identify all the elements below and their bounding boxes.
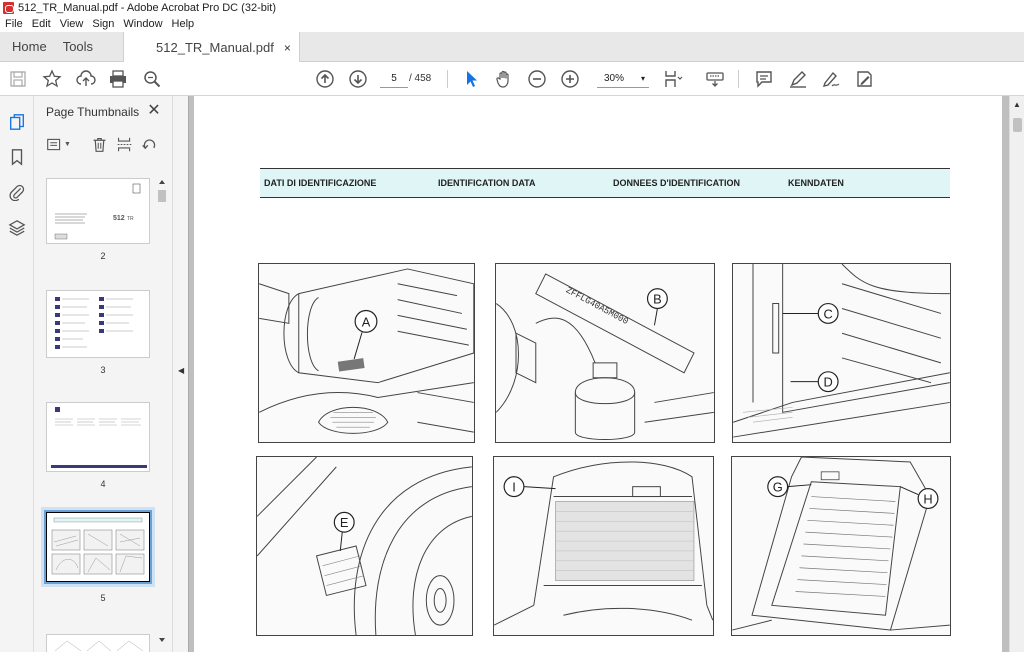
- figure-b-chassis-number: ZFFLG40A5M000 B: [495, 263, 715, 443]
- panel-title: Page Thumbnails: [46, 105, 140, 119]
- window-title: 512_TR_Manual.pdf - Adobe Acrobat Pro DC…: [18, 2, 277, 14]
- figure-gh-engine-cover: G H: [731, 456, 951, 636]
- chevron-left-icon: ◀: [178, 366, 185, 375]
- page-count: / 458: [409, 73, 432, 84]
- page-5-preview: [45, 511, 151, 583]
- menu-edit[interactable]: Edit: [32, 18, 51, 30]
- figure-cd-door-jamb: C D: [732, 263, 951, 443]
- header-english: IDENTIFICATION DATA: [438, 178, 536, 188]
- comment-icon[interactable]: [752, 67, 776, 91]
- page-3-preview: [55, 297, 133, 349]
- select-cursor-icon[interactable]: [459, 67, 483, 91]
- tab-close-icon[interactable]: ×: [284, 41, 291, 55]
- page-4-preview: [51, 407, 147, 468]
- callout-e: E: [340, 515, 349, 530]
- thumbnail-page-3[interactable]: [46, 290, 150, 358]
- page-2-preview: 512 TR: [54, 183, 141, 240]
- thumbnail-label: 5: [100, 593, 106, 603]
- svg-text:TR: TR: [127, 216, 134, 222]
- figure-a-engine-intake: A: [258, 263, 475, 443]
- thumbnail-page-2[interactable]: 512 TR: [46, 178, 150, 244]
- svg-text:512: 512: [113, 215, 125, 222]
- bookmark-star-icon[interactable]: [40, 67, 64, 91]
- page-display-icon[interactable]: [661, 67, 685, 91]
- upload-cloud-icon[interactable]: [74, 67, 98, 91]
- options-list-icon: [47, 138, 61, 150]
- bookmarks-icon[interactable]: [6, 146, 28, 168]
- menu-window[interactable]: Window: [123, 18, 162, 30]
- figure-e-steering-column: E: [256, 456, 473, 636]
- toolbar-divider: [447, 70, 448, 88]
- document-view[interactable]: DATI DI IDENTIFICAZIONE IDENTIFICATION D…: [189, 96, 1009, 652]
- callout-g: G: [773, 480, 783, 495]
- menu-help[interactable]: Help: [172, 18, 195, 30]
- undo-rotate-icon[interactable]: [141, 134, 158, 154]
- acrobat-pdf-icon: [3, 2, 14, 14]
- panel-scrollbar[interactable]: [157, 178, 167, 648]
- chevron-up-icon[interactable]: ▲: [1013, 100, 1021, 109]
- page-thumbnails-panel: Page Thumbnails ✕ ▼ 512 TR 2 3 4 5: [34, 96, 172, 652]
- delete-pages-icon[interactable]: [91, 134, 108, 154]
- header-italian: DATI DI IDENTIFICAZIONE: [264, 178, 377, 188]
- chevron-down-icon: ▼: [64, 140, 71, 148]
- thumbnail-label: 3: [100, 365, 106, 375]
- identification-header-band: DATI DI IDENTIFICAZIONE IDENTIFICATION D…: [260, 168, 950, 198]
- menu-bar: File Edit View Sign Window Help: [0, 16, 1024, 32]
- chevron-down-icon: ▾: [640, 74, 645, 83]
- callout-i: I: [512, 480, 516, 495]
- search-zoom-icon[interactable]: [140, 67, 164, 91]
- layers-icon[interactable]: [6, 217, 28, 239]
- zoom-out-icon[interactable]: [525, 67, 549, 91]
- header-german: KENNDATEN: [788, 178, 844, 188]
- tab-tools[interactable]: Tools: [59, 32, 123, 61]
- tab-home[interactable]: Home: [0, 32, 59, 61]
- thumbnail-label: 4: [100, 479, 106, 489]
- tab-bar: Home Tools 512_TR_Manual.pdf ×: [0, 32, 1024, 63]
- insert-pages-icon[interactable]: [116, 134, 133, 154]
- tab-document-label: 512_TR_Manual.pdf: [156, 40, 274, 55]
- callout-b: B: [653, 292, 662, 307]
- thumbnail-options-menu[interactable]: ▼: [46, 134, 71, 154]
- close-icon[interactable]: ✕: [144, 100, 164, 120]
- stamped-chassis-number: ZFFLG40A5M000: [564, 286, 630, 327]
- keyboard-tools-icon[interactable]: [703, 67, 727, 91]
- menu-sign[interactable]: Sign: [92, 18, 114, 30]
- navigation-rail: [0, 96, 34, 652]
- main-toolbar: 5 / 458 30% ▾: [0, 62, 1024, 96]
- callout-h: H: [923, 491, 932, 506]
- page-number-input[interactable]: 5: [380, 70, 408, 88]
- header-french: DONNEES D'IDENTIFICATION: [613, 178, 740, 188]
- zoom-in-icon[interactable]: [558, 67, 582, 91]
- menu-view[interactable]: View: [60, 18, 84, 30]
- tab-document[interactable]: 512_TR_Manual.pdf ×: [123, 32, 300, 63]
- previous-page-icon[interactable]: [313, 67, 337, 91]
- zoom-level-select[interactable]: 30% ▾: [597, 70, 649, 88]
- highlight-pen-icon[interactable]: [786, 67, 810, 91]
- thumbnail-page-4[interactable]: [46, 402, 150, 472]
- fill-sign-icon[interactable]: [852, 67, 876, 91]
- save-icon[interactable]: [6, 67, 30, 91]
- hand-tool-icon[interactable]: [492, 67, 516, 91]
- scrollbar-thumb[interactable]: [1013, 118, 1022, 132]
- window-titlebar: 512_TR_Manual.pdf - Adobe Acrobat Pro DC…: [0, 0, 1024, 16]
- page-6-preview: [54, 640, 144, 652]
- print-icon[interactable]: [106, 67, 130, 91]
- callout-c: C: [824, 306, 833, 321]
- draw-sign-icon[interactable]: [819, 67, 843, 91]
- next-page-icon[interactable]: [346, 67, 370, 91]
- document-scrollbar[interactable]: ▲: [1009, 96, 1024, 652]
- figure-i-front-hood: I: [493, 456, 714, 636]
- callout-a: A: [362, 314, 371, 329]
- thumbnail-page-5[interactable]: [41, 507, 155, 587]
- pdf-page: DATI DI IDENTIFICAZIONE IDENTIFICATION D…: [194, 96, 1002, 652]
- thumbnail-page-6[interactable]: [46, 634, 150, 652]
- page-thumbnails-icon[interactable]: [6, 111, 28, 133]
- attachments-paperclip-icon[interactable]: [6, 181, 28, 203]
- menu-file[interactable]: File: [5, 18, 23, 30]
- callout-d: D: [824, 375, 833, 390]
- toolbar-divider: [738, 70, 739, 88]
- thumbnail-label: 2: [100, 251, 106, 261]
- panel-collapse-handle[interactable]: ◀: [172, 96, 189, 652]
- zoom-level-value: 30%: [604, 73, 625, 84]
